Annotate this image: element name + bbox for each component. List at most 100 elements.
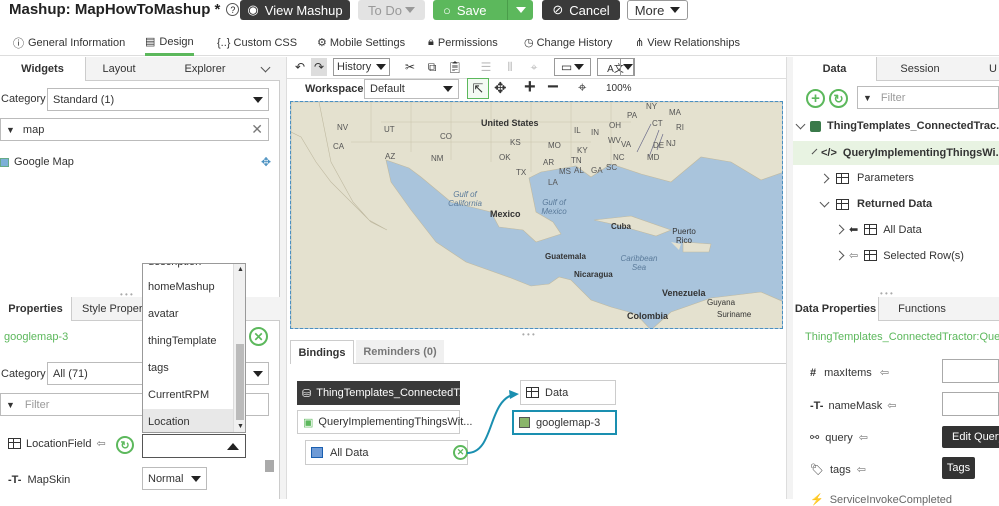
tab-mobile-settings[interactable]: ⚙ Mobile Settings — [317, 30, 405, 55]
help-icon[interactable]: ? — [226, 3, 240, 16]
tab-custom-css[interactable]: {..} Custom CSS — [217, 30, 297, 55]
data-source-name: ThingTemplates_ConnectedTractor:QueryI — [805, 331, 999, 343]
zoom-out-icon[interactable]: − — [547, 76, 559, 99]
more-toolbar-icon[interactable] — [620, 58, 635, 76]
name-mask-input[interactable] — [942, 392, 999, 416]
left-splitter[interactable] — [280, 57, 287, 499]
data-props-tab-bar: Data Properties Functions — [793, 297, 999, 321]
tree-item-selected-rows[interactable]: ⇦ Selected Row(s) — [834, 249, 964, 262]
tab-reminders[interactable]: Reminders (0) — [356, 340, 444, 363]
save-button[interactable]: ○ Save — [433, 0, 533, 20]
tab-view-relationships[interactable]: ⋔ View Relationships — [635, 30, 740, 55]
tab-user[interactable]: U — [989, 57, 997, 80]
close-circle-icon[interactable]: ✕ — [249, 327, 268, 346]
tree-item-parameters[interactable]: Parameters — [819, 172, 914, 184]
tab-permissions[interactable]: 🔒︎ Permissions — [428, 30, 498, 55]
splitter[interactable]: • • • — [522, 330, 535, 339]
location-field-dropdown: description homeMashup avatar thingTempl… — [142, 263, 246, 433]
props-scrollbar[interactable] — [265, 460, 274, 472]
workspace-select[interactable]: Default — [364, 79, 459, 99]
dropdown-item-avatar[interactable]: avatar — [143, 301, 233, 328]
distribute-icon[interactable]: ⫴ — [502, 58, 518, 76]
history-button[interactable]: History — [333, 58, 390, 76]
map-label: MD — [647, 153, 660, 162]
add-datasource-icon[interactable]: + — [806, 89, 825, 108]
refresh-icon[interactable]: ↻ — [829, 89, 848, 108]
todo-button[interactable]: To Do — [358, 0, 425, 20]
tab-layout[interactable]: Layout — [86, 57, 152, 80]
data-filter-input[interactable]: ▼ Filter — [857, 86, 999, 109]
tab-change-history[interactable]: ◷ Change History — [524, 30, 612, 55]
binding-source-all-data[interactable]: All Data — [305, 440, 468, 465]
tab-data[interactable]: Data — [793, 57, 877, 81]
move-icon[interactable]: ✥ — [261, 155, 271, 169]
fit-icon[interactable]: ⌖ — [578, 79, 586, 96]
cut-icon[interactable]: ✂ — [402, 58, 418, 76]
map-widget[interactable]: NV UT CO KS MO IL IN OH PA NY MA CT RI N… — [290, 101, 783, 329]
dropdown-item-tags[interactable]: tags — [143, 355, 233, 382]
edit-query-button[interactable]: Edit Query — [942, 426, 999, 448]
clear-icon[interactable]: ✕ — [251, 121, 263, 138]
dropdown-item-description[interactable]: description — [143, 264, 233, 274]
binding-target-data[interactable]: Data — [520, 380, 616, 405]
dropdown-scrollbar[interactable]: ▲ ▼ — [233, 264, 245, 432]
redo-icon[interactable]: ↷ — [311, 58, 327, 76]
map-label: NM — [431, 154, 444, 163]
database-icon: ⛁ — [302, 387, 312, 400]
widget-item-google-map[interactable]: Google Map ✥ — [0, 154, 275, 170]
right-splitter[interactable] — [786, 57, 793, 499]
dropdown-item-home-mashup[interactable]: homeMashup — [143, 274, 233, 301]
pan-icon[interactable]: ✥ — [494, 79, 507, 97]
tab-widgets[interactable]: Widgets — [0, 57, 86, 81]
dropdown-item-current-rpm[interactable]: CurrentRPM — [143, 382, 233, 409]
map-label: Guyana — [707, 298, 736, 307]
tab-bindings[interactable]: Bindings — [290, 340, 354, 364]
binding-target-widget[interactable]: googlemap-3 — [512, 410, 617, 435]
align-icon[interactable]: ☰ — [478, 58, 494, 76]
chevron-right-icon — [834, 250, 845, 261]
map-label: RI — [676, 123, 684, 132]
dropdown-item-location[interactable]: Location — [143, 409, 233, 432]
refresh-icon[interactable]: ↻ — [116, 436, 134, 454]
gear-icon: ⚙ — [317, 37, 327, 49]
collapse-icon[interactable] — [260, 57, 271, 80]
binding-arrow-icon: ⇦ — [858, 432, 868, 444]
tab-properties[interactable]: Properties — [0, 297, 72, 321]
snap-icon[interactable]: ⌖ — [526, 58, 542, 76]
map-skin-row: -T- MapSkin — [8, 474, 71, 486]
tab-design[interactable]: ▤ Design — [145, 30, 194, 56]
map-skin-select[interactable]: Normal — [142, 467, 207, 490]
copy-icon[interactable]: ⧉ — [424, 58, 440, 76]
tree-item-returned-data[interactable]: Returned Data — [819, 197, 932, 210]
tree-item-thing[interactable]: ThingTemplates_ConnectedTrac... — [795, 119, 999, 132]
location-field-select[interactable] — [142, 434, 246, 458]
undo-icon[interactable]: ↶ — [292, 58, 308, 76]
tree-item-service[interactable]: </> QueryImplementingThingsWi... — [793, 141, 999, 165]
tab-explorer[interactable]: Explorer — [160, 57, 250, 80]
view-mashup-button[interactable]: ◉ View Mashup — [240, 0, 350, 20]
layout-select[interactable]: ▭ — [554, 58, 591, 76]
save-dropdown-icon[interactable] — [507, 0, 533, 20]
tab-style-properties[interactable]: Style Propert — [82, 297, 146, 320]
widget-filter-input[interactable]: ▼ map ✕ — [0, 118, 269, 141]
tab-session[interactable]: Session — [883, 57, 957, 80]
info-icon: ⓘ — [13, 37, 24, 50]
category-select[interactable]: Standard (1) — [47, 88, 269, 111]
cancel-button[interactable]: ⊘ Cancel — [542, 0, 620, 20]
chevron-down-icon — [404, 7, 415, 13]
thing-icon — [810, 120, 821, 132]
binding-source-thing[interactable]: ⛁ ThingTemplates_ConnectedT... — [297, 381, 468, 405]
tree-item-all-data[interactable]: ⬅ All Data — [834, 223, 922, 236]
map-label: DE — [653, 141, 665, 150]
binding-source-service[interactable]: ▣ QueryImplementingThingsWit... — [297, 410, 472, 434]
zoom-in-icon[interactable]: + — [524, 76, 536, 99]
paste-icon[interactable]: 📋︎ — [447, 58, 463, 76]
dropdown-item-thing-template[interactable]: thingTemplate — [143, 328, 233, 355]
max-items-input[interactable] — [942, 359, 999, 383]
tab-general-information[interactable]: ⓘ General Information — [13, 30, 125, 55]
tab-data-properties[interactable]: Data Properties — [793, 297, 879, 321]
more-button[interactable]: More — [627, 0, 688, 20]
tab-functions[interactable]: Functions — [891, 297, 953, 320]
pointer-icon[interactable]: ⇱ — [467, 78, 489, 99]
tags-button[interactable]: Tags — [942, 457, 975, 479]
